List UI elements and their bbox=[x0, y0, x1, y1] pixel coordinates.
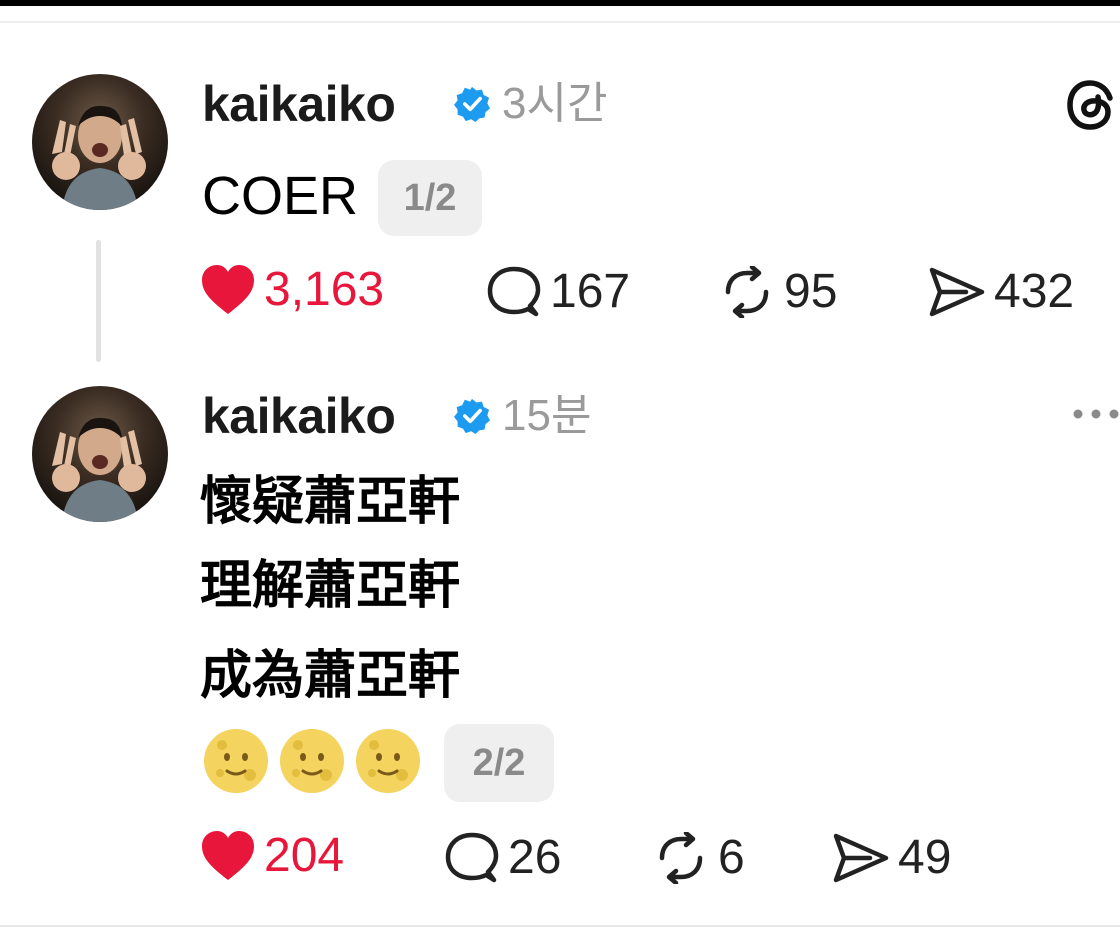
reply-bubble-icon bbox=[487, 266, 541, 317]
post-time: 15분 bbox=[502, 391, 592, 440]
reply-count: 26 bbox=[508, 831, 562, 884]
verified-badge-icon bbox=[454, 398, 490, 434]
bottom-divider bbox=[0, 925, 1120, 927]
reply-button[interactable]: 26 bbox=[444, 830, 561, 886]
full-moon-face-icon bbox=[280, 729, 344, 793]
repost-count: 95 bbox=[784, 265, 838, 318]
top-divider bbox=[0, 21, 1120, 23]
threads-logo-icon[interactable] bbox=[1066, 80, 1120, 130]
repost-button[interactable]: 6 bbox=[652, 830, 745, 886]
like-button[interactable]: 204 bbox=[200, 828, 344, 884]
post-line: 成為蕭亞軒 bbox=[200, 646, 461, 706]
top-edge-bar bbox=[0, 0, 1120, 6]
reply-count: 167 bbox=[550, 265, 631, 318]
post-line: 懷疑蕭亞軒 bbox=[200, 472, 461, 532]
avatar[interactable] bbox=[32, 386, 168, 522]
avatar-photo bbox=[52, 105, 146, 210]
post-text: COER bbox=[202, 166, 359, 226]
send-icon bbox=[929, 267, 985, 317]
page-badge: 1/2 bbox=[378, 160, 482, 236]
verified-badge-icon bbox=[454, 86, 490, 122]
like-count: 204 bbox=[264, 829, 345, 882]
repost-count: 6 bbox=[718, 831, 745, 884]
post-time: 3시간 bbox=[502, 79, 608, 128]
full-moon-face-icon bbox=[356, 729, 420, 793]
avatar-photo bbox=[52, 417, 146, 522]
avatar[interactable] bbox=[32, 74, 168, 210]
full-moon-face-icon bbox=[204, 729, 268, 793]
share-button[interactable]: 432 bbox=[928, 264, 1074, 320]
heart-icon bbox=[202, 831, 254, 880]
page-badge: 2/2 bbox=[444, 724, 554, 802]
like-button[interactable]: 3,163 bbox=[200, 262, 384, 318]
heart-icon bbox=[202, 265, 254, 314]
reply-button[interactable]: 167 bbox=[486, 264, 630, 320]
username[interactable]: kaikaiko bbox=[202, 386, 396, 446]
send-icon bbox=[833, 833, 889, 883]
share-count: 432 bbox=[994, 265, 1075, 318]
more-dots-icon[interactable] bbox=[1072, 406, 1120, 422]
share-button[interactable]: 49 bbox=[832, 830, 951, 886]
username[interactable]: kaikaiko bbox=[202, 74, 396, 134]
post-line: 理解蕭亞軒 bbox=[200, 556, 461, 616]
reply-bubble-icon bbox=[445, 832, 499, 883]
repost-icon bbox=[659, 832, 703, 884]
like-count: 3,163 bbox=[264, 263, 385, 316]
share-count: 49 bbox=[898, 831, 952, 884]
repost-icon bbox=[725, 266, 769, 318]
repost-button[interactable]: 95 bbox=[718, 264, 837, 320]
emoji-row bbox=[202, 727, 422, 795]
thread-connector-line bbox=[96, 240, 101, 362]
